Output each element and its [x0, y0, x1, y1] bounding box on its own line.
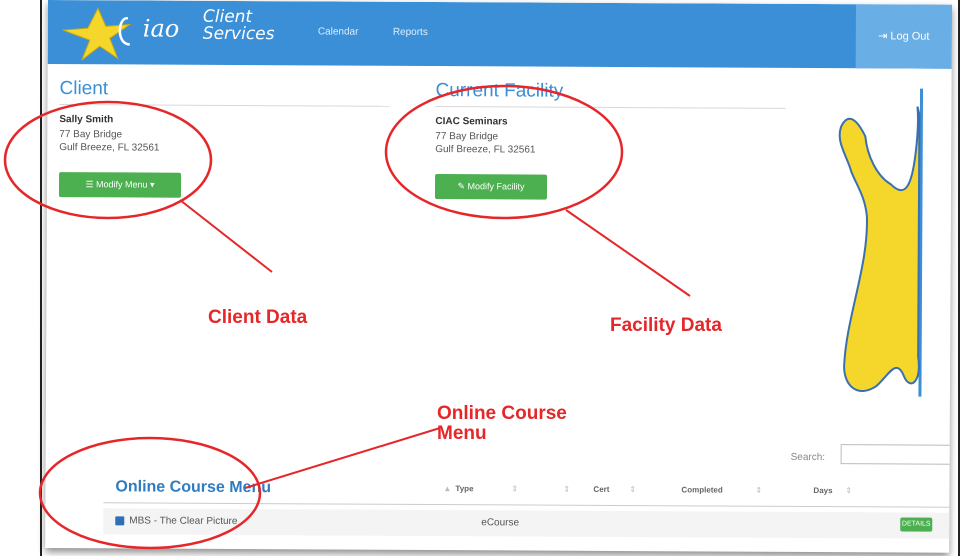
- facility-highlight-circle: [384, 84, 624, 220]
- facility-data-annotation: Facility Data: [610, 315, 722, 336]
- course-menu-callout-line: [244, 427, 441, 489]
- client-callout-line: [179, 199, 273, 273]
- client-data-annotation: Client Data: [208, 307, 308, 328]
- course-menu-highlight-circle: [38, 436, 262, 550]
- facility-callout-line: [565, 209, 691, 297]
- annotation-overlay: [3, 84, 691, 550]
- annotation-line2: Menu: [437, 423, 487, 444]
- annotation-line1: Online Course: [437, 403, 567, 424]
- online-course-menu-annotation: Online Course Menu: [437, 404, 567, 444]
